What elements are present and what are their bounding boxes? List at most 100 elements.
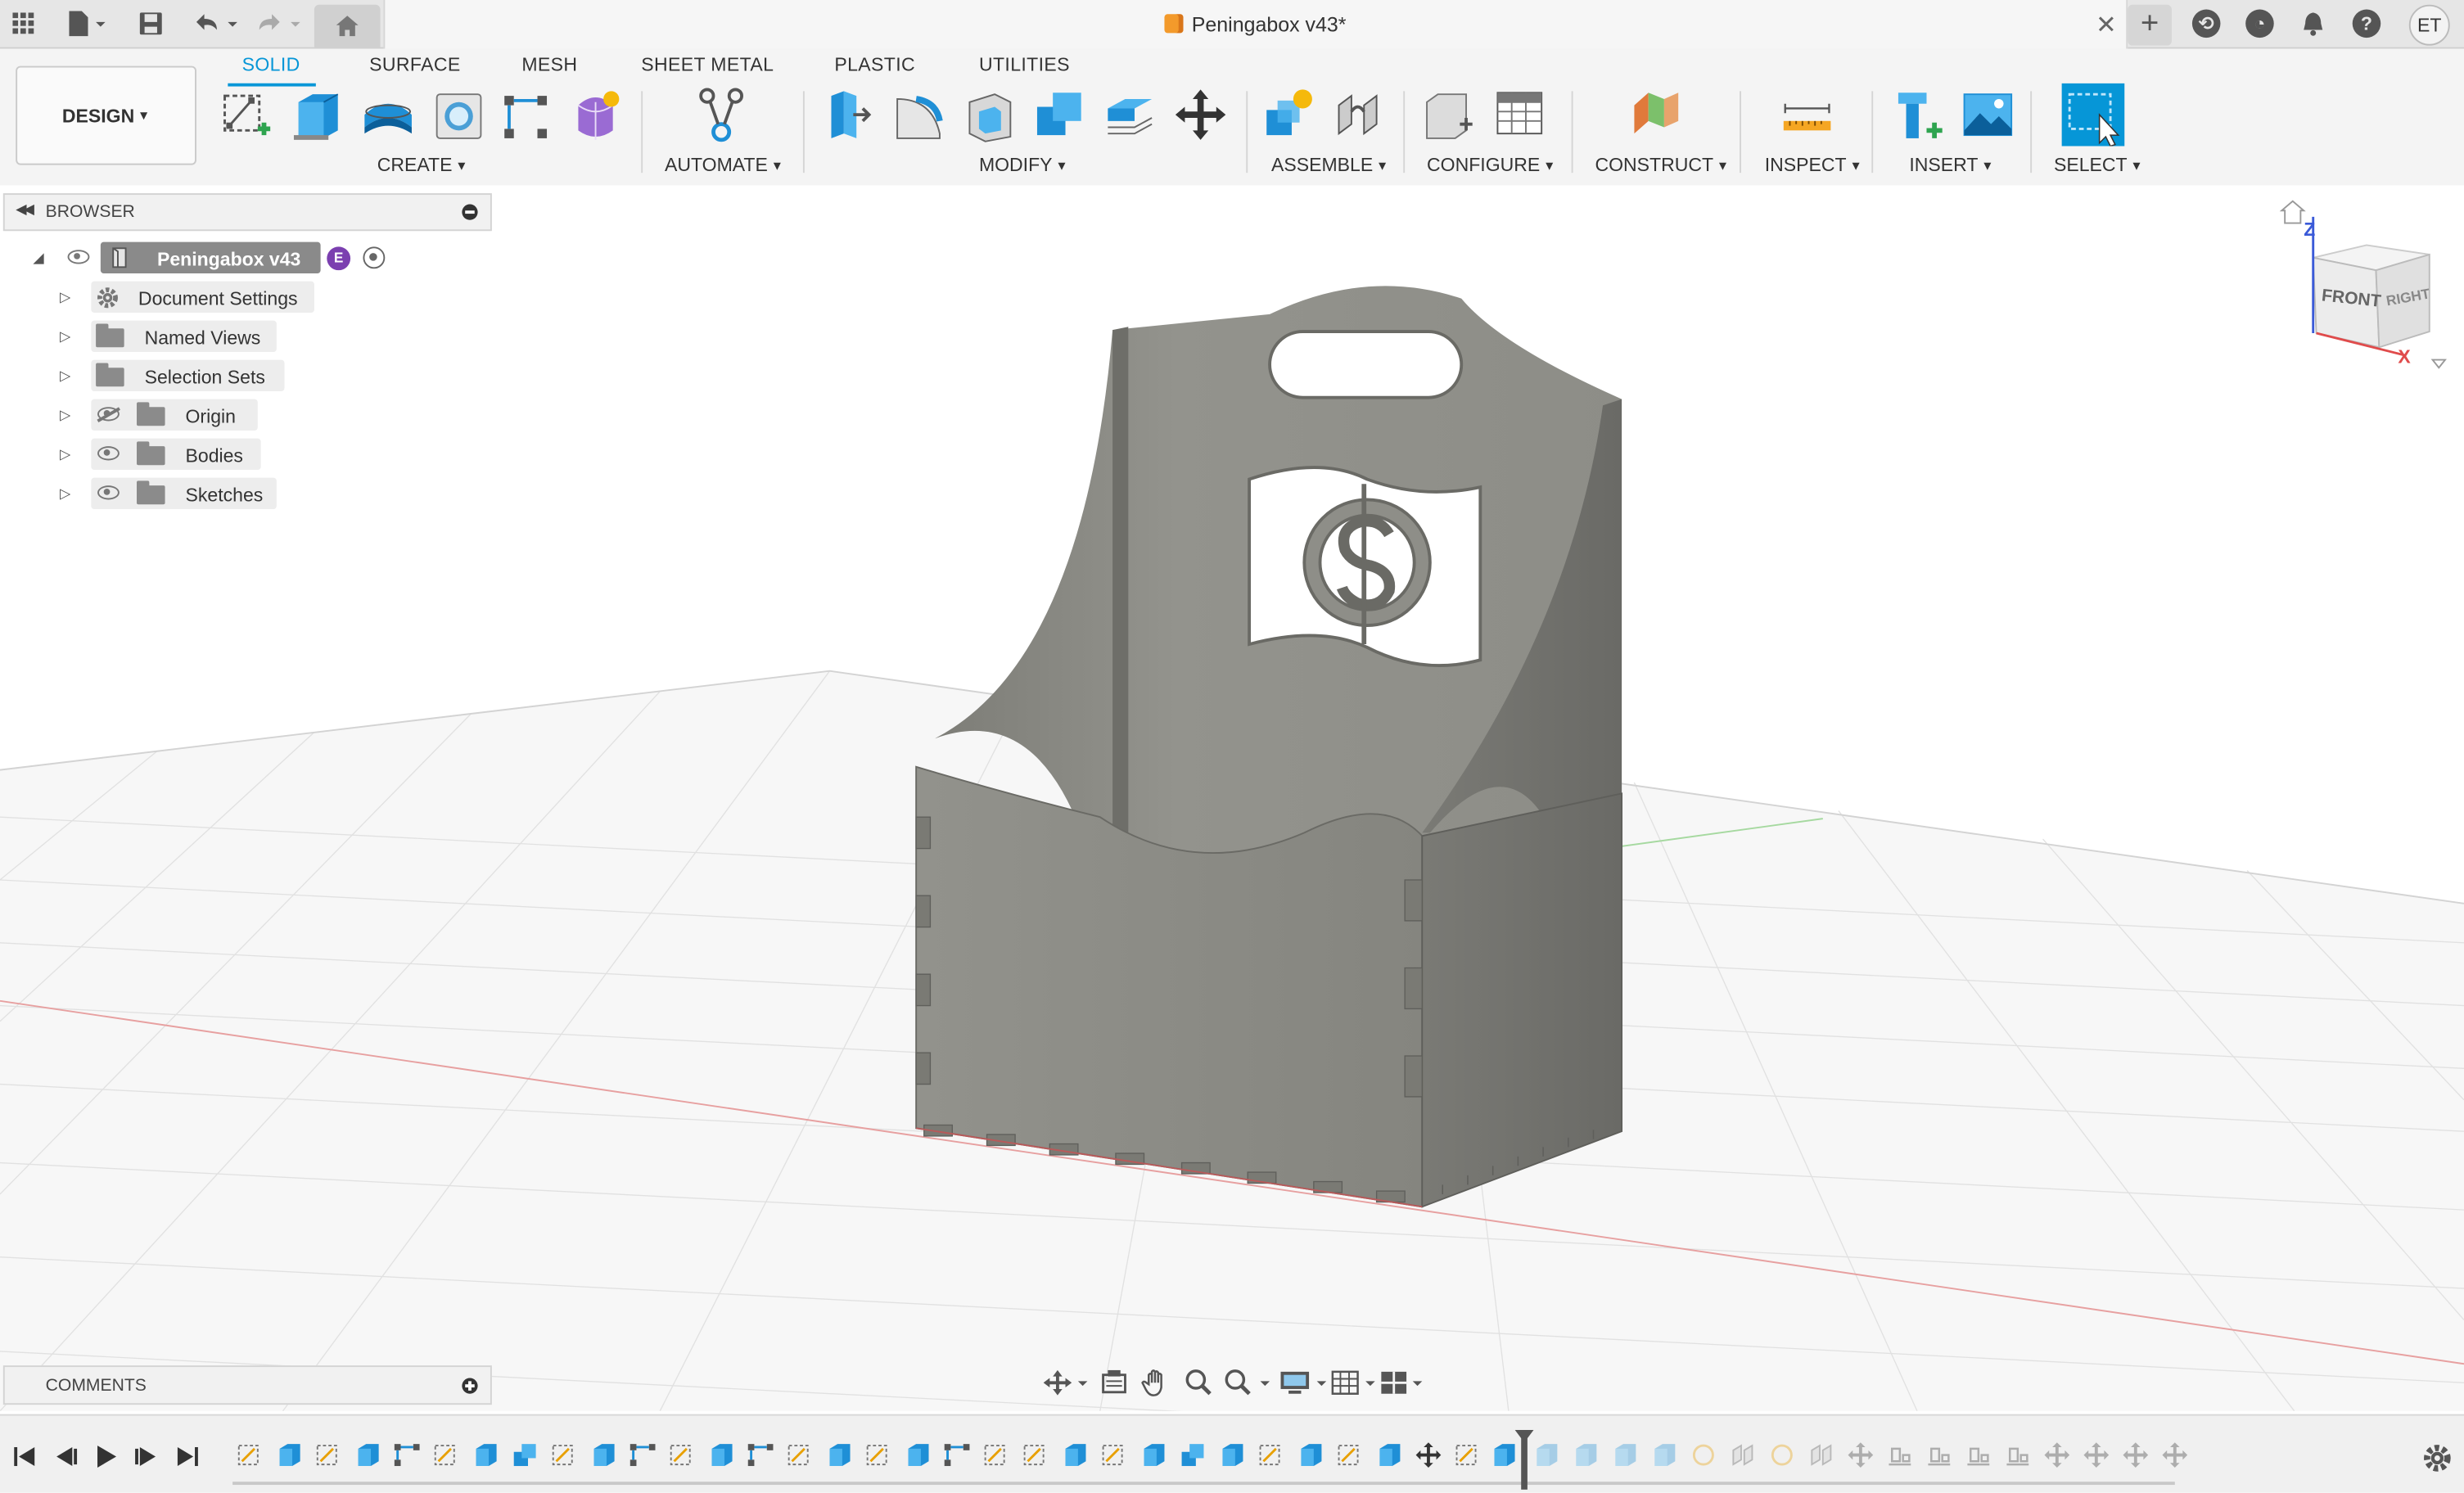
timeline-extrude-icon[interactable] xyxy=(472,1441,500,1469)
timeline-sketch-icon[interactable] xyxy=(1022,1441,1050,1469)
combine-icon[interactable] xyxy=(1032,87,1085,143)
timeline-extrude-icon[interactable] xyxy=(1061,1441,1090,1469)
timeline-align-icon[interactable] xyxy=(2004,1441,2033,1469)
move-icon[interactable] xyxy=(1174,87,1227,143)
hole-icon[interactable] xyxy=(432,87,485,143)
user-avatar[interactable]: ET xyxy=(2408,4,2450,46)
visibility-eye-icon[interactable] xyxy=(67,250,90,264)
step-forward-icon[interactable] xyxy=(132,1444,160,1469)
timeline-sketch-icon[interactable] xyxy=(1454,1441,1482,1469)
timeline-pattern-icon[interactable] xyxy=(629,1441,657,1469)
timeline-sketch-icon[interactable] xyxy=(786,1441,815,1469)
tab-surface[interactable]: SURFACE xyxy=(369,53,460,75)
timeline-move-icon[interactable] xyxy=(1847,1441,1875,1469)
view-cube[interactable]: FRONT RIGHT Z X xyxy=(2276,198,2448,379)
file-menu-icon[interactable] xyxy=(63,8,111,39)
step-back-icon[interactable] xyxy=(52,1444,80,1469)
timeline-extrude-icon[interactable] xyxy=(275,1441,304,1469)
expand-arrow-icon[interactable]: ▷ xyxy=(60,407,70,424)
play-icon[interactable] xyxy=(91,1444,120,1469)
timeline-pattern-icon[interactable] xyxy=(393,1441,422,1469)
timeline-extrude-icon[interactable] xyxy=(707,1441,736,1469)
timeline-align-icon[interactable] xyxy=(1965,1441,1993,1469)
browser-root-node[interactable]: ◢ Peningabox v43 E xyxy=(0,241,408,274)
comments-panel[interactable]: COMMENTS xyxy=(2,1365,492,1405)
group-assemble[interactable]: ASSEMBLE ▼ xyxy=(1271,154,1388,176)
timeline-combine-icon[interactable] xyxy=(1179,1441,1207,1469)
automate-icon[interactable] xyxy=(694,87,747,143)
timeline-extrude-icon[interactable] xyxy=(589,1441,618,1469)
timeline-sketch-icon[interactable] xyxy=(1768,1441,1797,1469)
tab-utilities[interactable]: UTILITIES xyxy=(979,53,1070,75)
notifications-icon[interactable] xyxy=(2298,8,2329,39)
workspace-switcher[interactable]: DESIGN ▼ xyxy=(16,65,196,165)
browser-item-bodies[interactable]: ▷ Bodies xyxy=(0,438,267,470)
timeline-sketch-icon[interactable] xyxy=(550,1441,579,1469)
browser-item-document-settings[interactable]: ▷ Document Settings xyxy=(0,281,314,313)
timeline-extrude-icon[interactable] xyxy=(1375,1441,1404,1469)
new-tab-button[interactable]: + xyxy=(2128,4,2172,46)
timeline-extrude-icon[interactable] xyxy=(1218,1441,1247,1469)
insert-image-icon[interactable] xyxy=(1961,87,2015,143)
timeline-sketch-icon[interactable] xyxy=(1336,1441,1365,1469)
group-automate[interactable]: AUTOMATE ▼ xyxy=(665,154,783,176)
timeline-pattern-icon[interactable] xyxy=(943,1441,972,1469)
extensions-icon[interactable]: ⟲ xyxy=(2191,9,2221,38)
press-pull-icon[interactable] xyxy=(822,87,875,143)
timeline-extrude-icon[interactable] xyxy=(1572,1441,1600,1469)
timeline-extrude-icon[interactable] xyxy=(825,1441,854,1469)
job-status-icon[interactable]: ◔ xyxy=(2245,9,2274,38)
timeline-sketch-icon[interactable] xyxy=(668,1441,697,1469)
zoom-window-icon[interactable] xyxy=(1222,1369,1272,1397)
timeline-sketch-icon[interactable] xyxy=(432,1441,461,1469)
timeline-sketch-icon[interactable] xyxy=(864,1441,893,1469)
expand-arrow-icon[interactable]: ▷ xyxy=(60,328,70,345)
configuration-table-icon[interactable] xyxy=(1493,87,1546,143)
timeline-align-icon[interactable] xyxy=(1886,1441,1915,1469)
fillet-icon[interactable] xyxy=(892,87,945,143)
timeline-pattern-icon[interactable] xyxy=(747,1441,775,1469)
app-grid-icon[interactable] xyxy=(10,8,38,39)
redo-icon[interactable] xyxy=(251,8,305,39)
create-sketch-icon[interactable] xyxy=(220,87,273,143)
browser-item-sketches[interactable]: ▷ Sketches xyxy=(0,477,283,509)
timeline-sketch-icon[interactable] xyxy=(1100,1441,1129,1469)
select-icon[interactable] xyxy=(2061,83,2125,147)
group-insert[interactable]: INSERT ▼ xyxy=(1909,154,1993,176)
viewports-icon[interactable] xyxy=(1379,1369,1429,1397)
timeline-extrude-icon[interactable] xyxy=(1532,1441,1561,1469)
browser-item-named-views[interactable]: ▷ Named Views xyxy=(0,320,283,353)
joint-icon[interactable] xyxy=(1333,87,1386,143)
visibility-eye-icon[interactable] xyxy=(97,485,120,500)
tab-plastic[interactable]: PLASTIC xyxy=(834,53,915,75)
go-to-end-icon[interactable] xyxy=(173,1444,201,1469)
timeline-sketch-icon[interactable] xyxy=(236,1441,264,1469)
view-cube-menu-icon[interactable] xyxy=(2430,359,2447,369)
look-at-icon[interactable] xyxy=(1099,1369,1130,1397)
group-inspect[interactable]: INSPECT ▼ xyxy=(1765,154,1862,176)
tab-solid[interactable]: SOLID xyxy=(242,53,300,75)
tab-sheet-metal[interactable]: SHEET METAL xyxy=(641,53,774,75)
home-tab[interactable] xyxy=(314,4,381,47)
activate-component-icon[interactable] xyxy=(363,246,386,269)
timeline-move-icon[interactable] xyxy=(1415,1441,1443,1469)
timeline-extrude-icon[interactable] xyxy=(1650,1441,1679,1469)
hidden-eye-icon[interactable] xyxy=(97,407,120,422)
browser-item-origin[interactable]: ▷ Origin xyxy=(0,399,267,431)
timeline-move-icon[interactable] xyxy=(2161,1441,2190,1469)
display-settings-icon[interactable] xyxy=(1279,1369,1329,1397)
timeline-track[interactable] xyxy=(232,1482,2175,1486)
timeline-joint-icon[interactable] xyxy=(1807,1441,1836,1469)
timeline-sketch-icon[interactable] xyxy=(314,1441,343,1469)
timeline-align-icon[interactable] xyxy=(1925,1441,1954,1469)
orbit-icon[interactable] xyxy=(1043,1369,1088,1397)
configure-icon[interactable] xyxy=(1422,87,1475,143)
timeline-marker[interactable] xyxy=(1521,1432,1528,1490)
timeline-extrude-icon[interactable] xyxy=(1490,1441,1519,1469)
create-form-icon[interactable] xyxy=(569,87,622,143)
timeline-sketch-icon[interactable] xyxy=(1257,1441,1286,1469)
timeline-joint-icon[interactable] xyxy=(1729,1441,1758,1469)
expand-arrow-icon[interactable]: ▷ xyxy=(60,368,70,385)
expand-arrow-icon[interactable]: ◢ xyxy=(33,250,43,267)
timeline-extrude-icon[interactable] xyxy=(1611,1441,1640,1469)
